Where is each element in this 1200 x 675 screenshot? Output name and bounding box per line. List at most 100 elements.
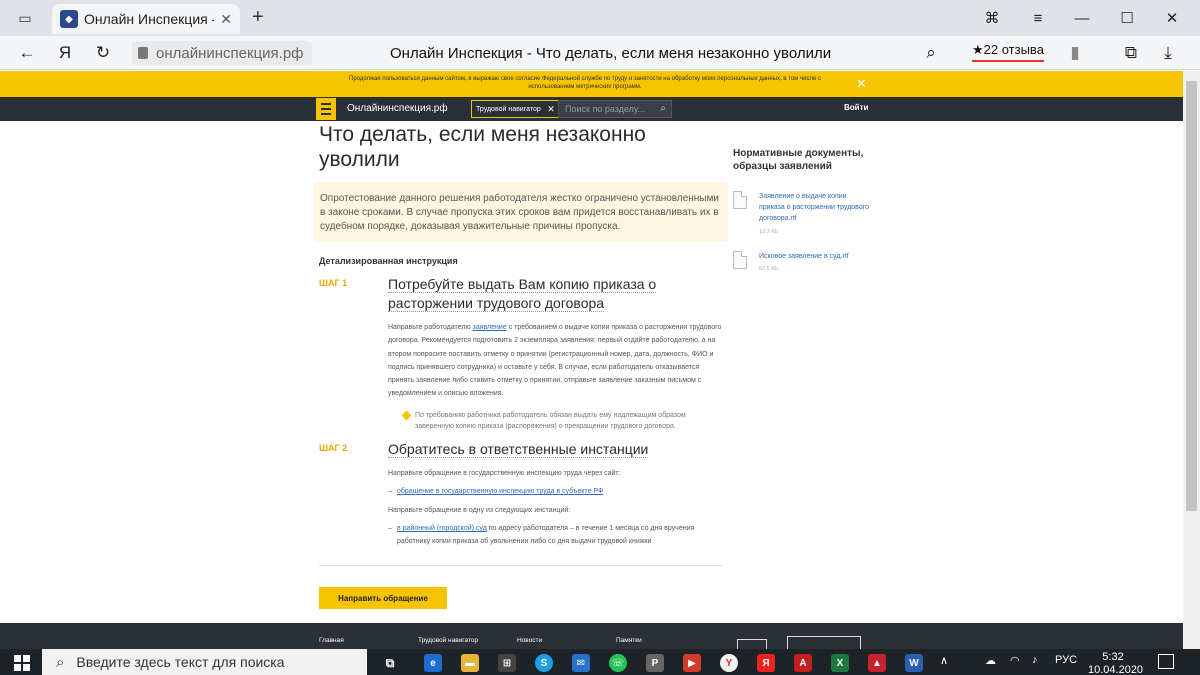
search-icon[interactable]: ⌕	[660, 103, 666, 114]
document-size: 13.3 Kb	[759, 229, 778, 235]
reload-icon[interactable]: ↻	[90, 41, 116, 65]
content-divider	[319, 565, 723, 566]
step-2-text-1: Направьте обращение в государственную ин…	[388, 470, 621, 477]
browser-menu-icon[interactable]: ≡	[1024, 6, 1052, 30]
tab-close-icon[interactable]: ✕	[220, 11, 232, 28]
tabs-panel-icon[interactable]: ▭	[12, 6, 38, 30]
video-app-icon[interactable]: ▶	[683, 654, 701, 672]
address-page-title: Онлайн Инспекция - Что делать, если меня…	[390, 45, 832, 62]
clock-date: 10.04.2020	[1088, 664, 1144, 675]
warning-callout: Опротестование данного решения работодат…	[314, 182, 728, 242]
step-1-heading: Потребуйте выдать Вам копию приказа о ра…	[388, 276, 657, 312]
site-favicon-icon: ◆	[60, 10, 78, 28]
yandex-logo-icon[interactable]: Я	[52, 41, 78, 65]
volume-icon[interactable]: ♪	[1032, 654, 1038, 666]
labor-inspection-link[interactable]: обращение в государственную инспекцию тр…	[397, 488, 603, 495]
address-search-icon[interactable]: ⌕	[918, 41, 944, 65]
instructions-heading: Детализированная инструкция	[319, 256, 458, 266]
site-logo-text[interactable]: Онлайнинспекция.рф	[347, 103, 448, 114]
lock-icon	[138, 47, 148, 59]
tip-text: По требованию работника работодатель обя…	[415, 412, 686, 430]
weather-cloud-icon[interactable]: ☁	[985, 654, 996, 667]
page-scrollbar[interactable]	[1183, 71, 1200, 649]
footer-link-news[interactable]: Новости	[517, 637, 542, 644]
downloads-icon[interactable]: ⤓	[1155, 41, 1181, 65]
site-reviews-badge[interactable]: ★22 отзыва	[972, 42, 1044, 62]
file-explorer-icon[interactable]: ▬	[461, 654, 479, 672]
step-2-label: ШАГ 2	[319, 443, 348, 453]
page-title: Что делать, если меня незаконно уволили	[319, 123, 646, 171]
step-2-heading: Обратитесь в ответственные инстанции	[388, 441, 649, 458]
mail-icon[interactable]: ✉	[572, 654, 590, 672]
step-2-text-2: Направьте обращение в одну из следующих …	[388, 507, 571, 514]
edge-icon[interactable]: e	[424, 654, 442, 672]
windows-taskbar: ⌕ Введите здесь текст для поиска ⧉ e ▬ ⊞…	[0, 649, 1200, 675]
taskbar-search-input[interactable]: ⌕ Введите здесь текст для поиска	[42, 649, 367, 675]
add-bookmark-icon[interactable]: ▮	[1062, 41, 1088, 65]
section-filter-close-icon[interactable]: ✕	[547, 104, 555, 115]
close-window-icon[interactable]: ✕	[1158, 6, 1186, 30]
footer-action-button[interactable]	[787, 636, 861, 649]
excel-icon[interactable]: X	[831, 654, 849, 672]
scrollbar-thumb[interactable]	[1186, 81, 1197, 511]
section-search-input[interactable]: Поиск по разделу... ⌕	[558, 100, 672, 118]
footer-link-navigator[interactable]: Трудовой навигатор	[418, 637, 478, 644]
new-tab-button[interactable]: +	[252, 6, 264, 29]
document-link[interactable]: Исковое заявление в суд.rtf	[759, 251, 869, 262]
document-icon	[733, 191, 747, 209]
tip-diamond-icon	[401, 410, 412, 421]
document-size: 62.5 Kb	[759, 266, 778, 272]
acrobat-icon[interactable]: A	[794, 654, 812, 672]
screen: ▭ ◆ Онлайн Инспекция - Что делать ✕ + ⌘ …	[0, 0, 1200, 675]
url-field[interactable]: онлайнинспекция.рф	[132, 41, 312, 65]
taskbar-search-placeholder: Введите здесь текст для поиска	[76, 654, 285, 670]
wifi-icon[interactable]: ◠	[1010, 654, 1020, 667]
yandex-browser-icon[interactable]: Y	[720, 654, 738, 672]
pdf-viewer-icon[interactable]: P	[646, 654, 664, 672]
taskbar-search-icon: ⌕	[56, 653, 65, 671]
sidebar-title: Нормативные документы, образцы заявлений	[733, 148, 864, 172]
skype-icon[interactable]: S	[535, 654, 553, 672]
cookie-consent-banner: Продолжая пользоваться данным сайтом, я …	[0, 71, 1183, 97]
url-text: онлайнинспекция.рф	[156, 44, 304, 62]
taskbar-clock[interactable]: 5:32 10.04.2020	[1088, 651, 1144, 675]
login-link[interactable]: Войти	[844, 103, 868, 112]
section-filter-chip[interactable]: Трудовой навигатор ✕	[471, 100, 560, 118]
application-link[interactable]: заявление	[473, 324, 507, 331]
send-appeal-button[interactable]: Направить обращение	[319, 587, 447, 609]
step-1-text: Направьте работодателю заявление с требо…	[388, 324, 722, 398]
bookmark-manager-icon[interactable]: ⌘	[978, 6, 1006, 30]
translate-icon[interactable]: ⧉	[1118, 41, 1144, 65]
whatsapp-icon[interactable]: ☏	[609, 654, 627, 672]
footer-link-memos[interactable]: Памятки	[616, 637, 642, 644]
section-search-placeholder: Поиск по разделу...	[565, 104, 645, 114]
document-link[interactable]: Заявление о выдаче копии приказа о расто…	[759, 191, 869, 224]
autocad-icon[interactable]: ▲	[868, 654, 886, 672]
maximize-window-icon[interactable]: ☐	[1113, 6, 1141, 30]
notification-center-icon[interactable]	[1158, 654, 1174, 669]
minimize-window-icon[interactable]: —	[1068, 6, 1096, 30]
word-icon[interactable]: W	[905, 654, 923, 672]
section-filter-label: Трудовой навигатор	[476, 105, 541, 113]
language-indicator[interactable]: РУС	[1055, 654, 1077, 666]
clock-time: 5:32	[1102, 651, 1124, 663]
footer-accessibility-button[interactable]	[737, 639, 767, 649]
back-arrow-icon[interactable]: ←	[14, 41, 40, 65]
footer-link-home[interactable]: Главная	[319, 637, 344, 644]
site-navigation: Онлайнинспекция.рф Трудовой навигатор ✕ …	[0, 97, 1183, 121]
browser-tab-bar: ▭ ◆ Онлайн Инспекция - Что делать ✕ + ⌘ …	[0, 0, 1200, 36]
tray-overflow-icon[interactable]: ∧	[940, 654, 948, 667]
windows-start-icon[interactable]	[14, 655, 30, 671]
document-icon	[733, 251, 747, 269]
consent-text: Продолжая пользоваться данным сайтом, я …	[349, 76, 821, 90]
task-view-icon[interactable]: ⧉	[381, 654, 399, 672]
district-court-link[interactable]: в районный (городской) суд	[397, 525, 487, 532]
store-icon[interactable]: ⊞	[498, 654, 516, 672]
site-footer: Главная Трудовой навигатор Новости Памят…	[0, 623, 1183, 649]
browser-address-bar: ← Я ↻ онлайнинспекция.рф Онлайн Инспекци…	[0, 36, 1200, 70]
consent-close-icon[interactable]: ✕	[856, 76, 867, 92]
yandex-icon[interactable]: Я	[757, 654, 775, 672]
tab-title: Онлайн Инспекция - Что делать	[84, 11, 214, 27]
browser-tab-active[interactable]: ◆ Онлайн Инспекция - Что делать ✕	[52, 4, 240, 34]
hamburger-menu-icon[interactable]	[316, 98, 336, 120]
